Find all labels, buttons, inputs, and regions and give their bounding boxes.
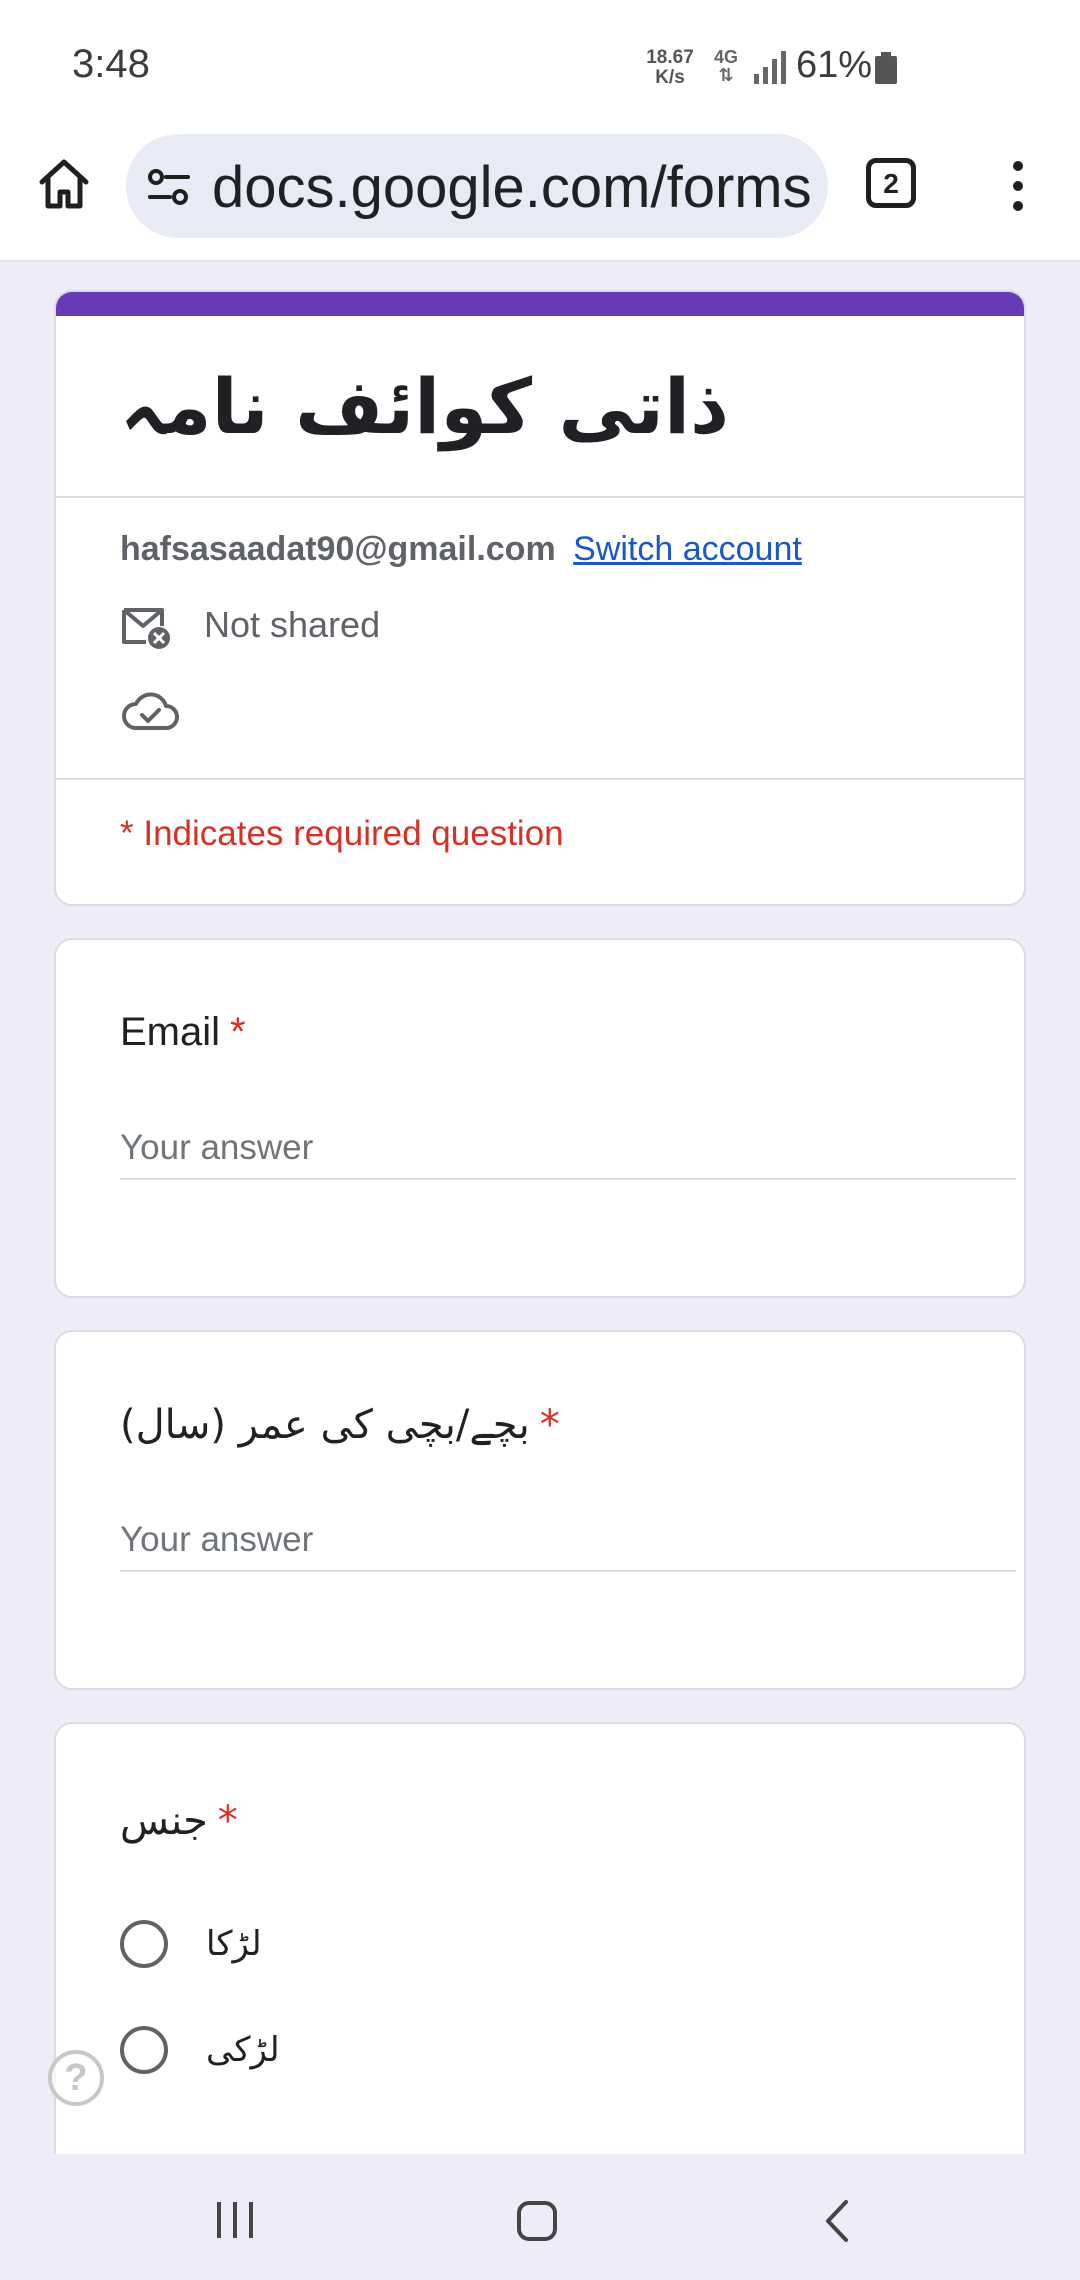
age-input[interactable] (120, 1510, 1016, 1572)
browser-toolbar: docs.google.com/forms 2 (0, 130, 1080, 262)
status-bar: 3:48 18.67 K/s 4G ⇅ 61% (0, 0, 1080, 130)
network-speed-value: 18.67 (646, 47, 694, 68)
question-title-text: Email (120, 1010, 221, 1054)
network-speed: 18.67 K/s (640, 48, 700, 88)
question-card-age: بچے/بچی کی عمر (سال) * (54, 1330, 1026, 1690)
network-type-label: 4G (714, 47, 739, 67)
battery-percent: 61% (796, 44, 873, 86)
question-title: جنس * (120, 1798, 238, 1844)
not-shared-label: Not shared (204, 604, 381, 645)
email-input[interactable] (120, 1118, 1016, 1180)
required-asterisk: * (539, 1402, 560, 1448)
header-accent-stripe (56, 292, 1024, 316)
radio-option-label: لڑکی (206, 2030, 280, 2070)
more-options-icon[interactable] (1000, 156, 1036, 216)
data-arrows-icon: ⇅ (718, 65, 734, 85)
required-note: * Indicates required question (120, 814, 564, 853)
question-card-gender: جنس * لڑکا لڑکی (54, 1722, 1026, 2182)
address-bar[interactable]: docs.google.com/forms (126, 134, 828, 238)
radio-button[interactable] (120, 2026, 168, 2074)
tab-switcher-button[interactable]: 2 (866, 158, 916, 208)
required-asterisk: * (217, 1798, 238, 1844)
home-nav-icon[interactable] (516, 2200, 558, 2242)
required-divider (56, 778, 1024, 780)
question-title-text: بچے/بچی کی عمر (سال) (120, 1402, 530, 1448)
question-card-email: Email * (54, 938, 1026, 1298)
form-title: ذاتی کوائف نامہ (120, 362, 730, 451)
required-asterisk: * (230, 1010, 246, 1054)
switch-account-link[interactable]: Switch account (573, 530, 802, 568)
url-text[interactable]: docs.google.com/forms (212, 154, 812, 221)
question-title-text: جنس (120, 1798, 208, 1844)
question-title: بچے/بچی کی عمر (سال) * (120, 1402, 560, 1448)
home-icon[interactable] (34, 154, 94, 214)
network-type: 4G ⇅ (714, 48, 738, 84)
status-time: 3:48 (72, 42, 150, 86)
network-speed-unit: K/s (655, 67, 685, 88)
back-icon[interactable] (822, 2198, 852, 2244)
account-email: hafsasaadat90@gmail.com (120, 530, 556, 568)
account-line: hafsasaadat90@gmail.com Switch account (120, 530, 802, 569)
help-button[interactable]: ? (48, 2050, 104, 2106)
signal-icon (754, 51, 786, 84)
question-title: Email * (120, 1010, 246, 1055)
recent-apps-icon[interactable] (214, 2200, 256, 2240)
battery-icon (875, 52, 897, 84)
radio-button[interactable] (120, 1920, 168, 1968)
mail-not-shared-icon (122, 608, 170, 649)
header-divider (56, 496, 1024, 498)
site-settings-icon[interactable] (146, 164, 192, 210)
system-navigation-bar (0, 2154, 1080, 2280)
radio-option-label: لڑکا (206, 1924, 262, 1964)
form-header-card: ذاتی کوائف نامہ hafsasaadat90@gmail.com … (54, 290, 1026, 906)
cloud-saved-icon (122, 692, 179, 730)
